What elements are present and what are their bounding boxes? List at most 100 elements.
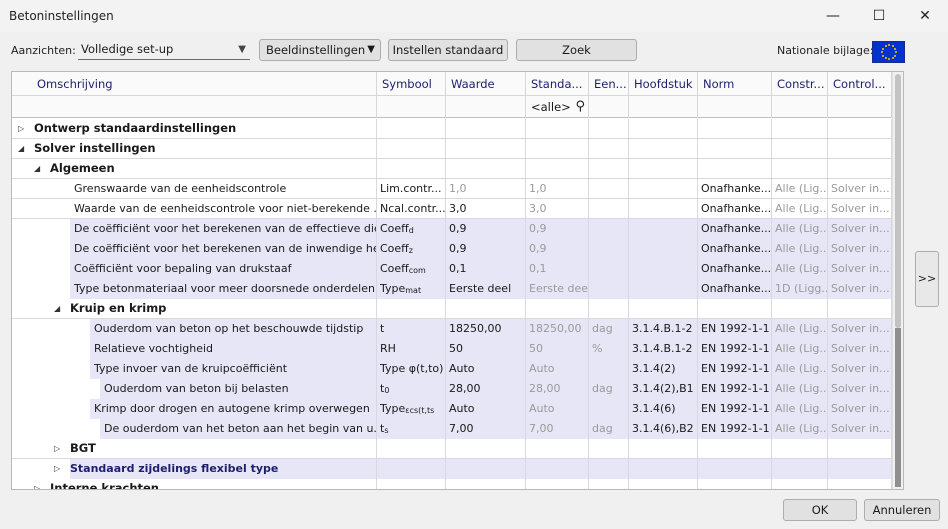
col-description-filter[interactable] (12, 96, 377, 118)
minimize-button[interactable]: — (810, 0, 856, 32)
col-chapter-cell (629, 259, 698, 279)
cancel-button[interactable]: Annuleren (864, 499, 940, 521)
col-value-cell[interactable]: 1,0 (446, 179, 526, 199)
col-value-cell[interactable] (446, 459, 526, 479)
col-value-filter[interactable] (446, 96, 526, 118)
flag-star (884, 44, 887, 47)
table-row[interactable]: ▷ BGT (12, 439, 892, 459)
col-value-cell[interactable]: 3,0 (446, 199, 526, 219)
display-settings-button[interactable]: Beeldinstellingen ▼ (259, 39, 381, 61)
col-control-cell: Solver in... (828, 219, 892, 239)
col-symbol-header[interactable]: Symbool (377, 72, 446, 96)
table-row[interactable]: ◢ Algemeen (12, 159, 892, 179)
search-icon[interactable]: ⚲ (575, 96, 585, 118)
table-row[interactable]: Ouderdom van beton op het beschouwde tij… (12, 319, 892, 339)
col-standard-header[interactable]: Standa... (526, 72, 589, 96)
col-description-cell: Grenswaarde van de eenheidscontrole (12, 179, 377, 199)
expand-arrow-icon[interactable]: ▷ (54, 459, 64, 479)
col-value-cell[interactable]: Auto (446, 399, 526, 419)
col-standard-cell (526, 299, 589, 319)
col-chapter-cell: 3.1.4(2) (629, 359, 698, 379)
col-value-cell[interactable]: Auto (446, 359, 526, 379)
col-norm-filter[interactable] (698, 96, 772, 118)
col-value-cell[interactable] (446, 159, 526, 179)
col-norm-cell (698, 159, 772, 179)
table-row[interactable]: ◢ Kruip en krimp (12, 299, 892, 319)
table-row[interactable]: De ouderdom van het beton aan het begin … (12, 419, 892, 439)
table-row[interactable]: Type betonmateriaal voor meer doorsnede … (12, 279, 892, 299)
table-row[interactable]: De coëfficiënt voor het berekenen van de… (12, 219, 892, 239)
expand-arrow-icon[interactable]: ▷ (54, 439, 64, 459)
expand-arrow-icon[interactable]: ▷ (18, 119, 28, 139)
table-row[interactable]: ▷ Ontwerp standaardinstellingen (12, 119, 892, 139)
col-value-cell[interactable]: 28,00 (446, 379, 526, 399)
table-row[interactable]: ◢ Solver instellingen (12, 139, 892, 159)
col-value-cell[interactable]: 18250,00 (446, 319, 526, 339)
maximize-button[interactable]: ☐ (856, 0, 902, 32)
col-unit-filter[interactable] (589, 96, 629, 118)
expand-panel-button[interactable]: >> (915, 251, 939, 307)
col-construction-header[interactable]: Constr... (772, 72, 828, 96)
settings-table: Omschrijving Symbool Waarde Standa... Een...… (11, 71, 904, 490)
row-description: Interne krachten (50, 481, 159, 490)
table-row[interactable]: Coëfficiënt voor bepaling van drukstaaf C… (12, 259, 892, 279)
col-value-header[interactable]: Waarde (446, 72, 526, 96)
eu-flag-icon[interactable] (872, 41, 905, 63)
col-value-cell[interactable]: 0,1 (446, 259, 526, 279)
table-row[interactable]: ▷ Interne krachten (12, 479, 892, 490)
collapse-arrow-icon[interactable]: ◢ (54, 299, 64, 319)
search-button[interactable]: Zoek (516, 39, 637, 61)
col-value-cell[interactable]: 7,00 (446, 419, 526, 439)
ok-button[interactable]: OK (783, 499, 857, 521)
col-unit-cell (589, 159, 629, 179)
col-norm-cell: Onafhanke... (698, 279, 772, 299)
scrollbar-thumb[interactable] (895, 74, 901, 328)
set-standard-button[interactable]: Instellen standaard (388, 39, 508, 61)
collapse-arrow-icon[interactable]: ◢ (34, 159, 44, 179)
col-standard-filter[interactable]: <alle> ⚲ (526, 96, 589, 118)
table-row[interactable]: Waarde van de eenheidscontrole voor niet… (12, 199, 892, 219)
col-unit-header[interactable]: Een... (589, 72, 629, 96)
col-construction-cell: Alle (Lig... (772, 219, 828, 239)
close-button[interactable]: ✕ (902, 0, 948, 32)
col-chapter-cell (629, 479, 698, 489)
col-control-header[interactable]: Control... (828, 72, 892, 96)
col-value-cell[interactable]: 0,9 (446, 219, 526, 239)
col-symbol-filter[interactable] (377, 96, 446, 118)
collapse-arrow-icon[interactable]: ◢ (18, 139, 28, 159)
expand-arrow-icon[interactable]: ▷ (34, 479, 44, 489)
col-symbol-cell: RH (377, 339, 446, 359)
scrollbar-track[interactable] (895, 328, 901, 487)
vertical-scrollbar[interactable] (892, 72, 903, 489)
col-value-cell[interactable]: Eerste deel (446, 279, 526, 299)
table-row[interactable]: Ouderdom van beton bij belasten t0 28,00 28… (12, 379, 892, 399)
col-construction-filter[interactable] (772, 96, 828, 118)
col-symbol-cell: t (377, 319, 446, 339)
col-value-cell[interactable] (446, 119, 526, 139)
table-row[interactable]: Relatieve vochtigheid RH 50 50% 3.1.4.B.1-2 E… (12, 339, 892, 359)
table-row[interactable]: Krimp door drogen en autogene krimp over… (12, 399, 892, 419)
col-construction-cell (772, 159, 828, 179)
col-value-cell[interactable] (446, 139, 526, 159)
col-description-cell: ◢ Solver instellingen (12, 139, 377, 159)
col-unit-cell (589, 219, 629, 239)
col-value-cell[interactable] (446, 439, 526, 459)
col-value-cell[interactable]: 0,9 (446, 239, 526, 259)
col-norm-header[interactable]: Norm (698, 72, 772, 96)
col-control-filter[interactable] (828, 96, 892, 118)
views-dropdown[interactable]: Volledige set-up ▼ (78, 40, 250, 60)
table-row[interactable]: ▷ Standaard zijdelings flexibel type (12, 459, 892, 479)
table-row[interactable]: Type invoer van de kruipcoëfficiënt Type … (12, 359, 892, 379)
title-bar: Betoninstellingen — ☐ ✕ (0, 0, 948, 32)
col-description-header[interactable]: Omschrijving (12, 72, 377, 96)
table-row[interactable]: De coëfficiënt voor het berekenen van de… (12, 239, 892, 259)
col-chapter-filter[interactable] (629, 96, 698, 118)
table-row[interactable]: Grenswaarde van de eenheidscontrole Lim.c… (12, 179, 892, 199)
row-description: De ouderdom van het beton aan het begin … (104, 422, 377, 435)
col-norm-cell: EN 1992-1-1 (698, 319, 772, 339)
col-value-cell[interactable] (446, 479, 526, 489)
col-chapter-header[interactable]: Hoofdstuk (629, 72, 698, 96)
symbol-subscript: d (408, 226, 414, 235)
col-value-cell[interactable]: 50 (446, 339, 526, 359)
col-value-cell[interactable] (446, 299, 526, 319)
